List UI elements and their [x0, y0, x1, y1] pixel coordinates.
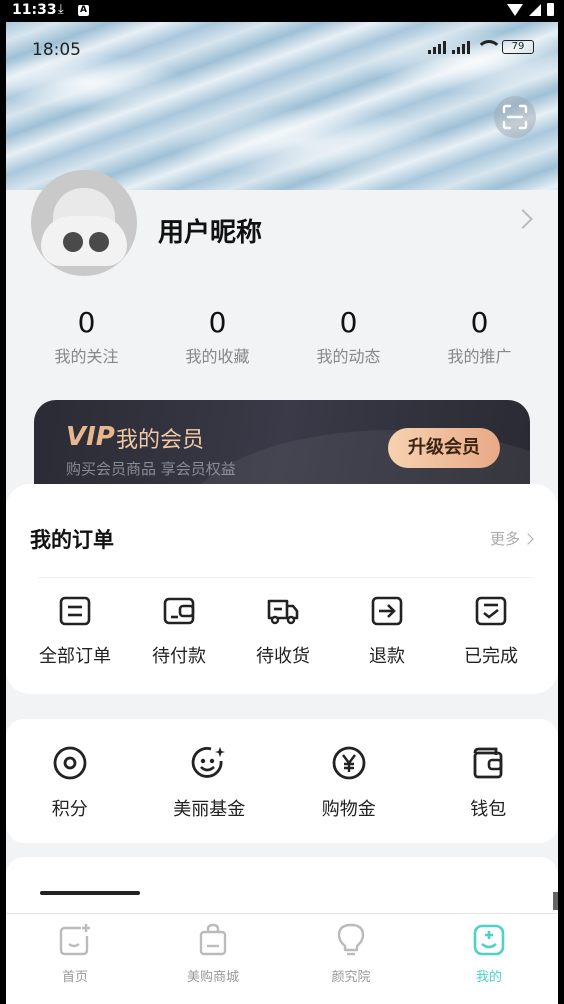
order-label: 待付款: [152, 646, 206, 667]
asset-label: 钱包: [470, 799, 507, 820]
asset-label: 美丽基金: [173, 799, 246, 820]
stat-label: 我的收藏: [185, 347, 250, 366]
assets-card: 积分 美丽基金 购物金 钱包: [6, 719, 558, 843]
orders-card: 我的订单 更多 全部订单 待付款 待收货 退款 已完成: [6, 484, 558, 694]
stat-favorites[interactable]: 0 我的收藏: [152, 306, 283, 367]
order-completed[interactable]: 已完成: [439, 596, 543, 668]
bottom-tab-bar: 首页 美购商城 颜究院 我的: [6, 913, 558, 1004]
all-orders-icon: [59, 596, 91, 626]
more-label: 更多: [489, 530, 520, 548]
completed-icon: [475, 596, 507, 626]
orders-more-link[interactable]: 更多: [489, 528, 534, 549]
stat-value: 0: [470, 306, 489, 339]
vip-logo: VIP: [66, 422, 115, 452]
app-notification-icon: A: [78, 5, 89, 16]
card-title-partial: [40, 891, 140, 895]
stat-following[interactable]: 0 我的关注: [21, 306, 152, 367]
tab-mine[interactable]: 我的: [420, 914, 558, 1004]
inner-status-icons: 79: [428, 40, 534, 54]
stats-row: 0 我的关注 0 我的收藏 0 我的动态 0 我的推广: [6, 306, 558, 367]
scan-button[interactable]: [494, 96, 536, 138]
download-icon: ⤓: [58, 2, 64, 17]
stat-value: 0: [77, 306, 96, 339]
stat-label: 我的推广: [447, 347, 512, 366]
tab-mall[interactable]: 美购商城: [144, 914, 282, 1004]
chevron-right-icon[interactable]: [513, 209, 533, 229]
wallet-entry[interactable]: 钱包: [419, 719, 559, 843]
profile-section: 用户昵称 0 我的关注 0 我的收藏 0 我的动态 0 我的推广 VIP 我的会…: [6, 170, 558, 520]
wifi-icon: [476, 40, 502, 54]
profile-icon: [473, 924, 505, 956]
beauty-fund-entry[interactable]: 美丽基金: [140, 719, 280, 843]
lightbulb-icon: [337, 923, 365, 956]
stat-value: 0: [208, 306, 227, 339]
hd-signal-icon: [428, 40, 446, 54]
asset-label: 积分: [51, 799, 88, 820]
order-label: 全部订单: [39, 646, 111, 667]
home-icon: [59, 924, 90, 956]
scrollbar[interactable]: [553, 892, 558, 910]
stat-promotions[interactable]: 0 我的推广: [414, 306, 545, 367]
shopping-bag-icon: [199, 923, 227, 956]
order-status-row: 全部订单 待付款 待收货 退款 已完成: [6, 596, 558, 668]
order-pending-payment[interactable]: 待付款: [127, 596, 231, 668]
battery-icon: 79: [502, 40, 534, 54]
vip-subtitle: 购买会员商品 享会员权益: [66, 460, 236, 478]
hd-signal-icon-2: [452, 40, 470, 54]
order-label: 已完成: [464, 646, 518, 667]
signal-icon: [529, 3, 541, 16]
tab-institute[interactable]: 颜究院: [282, 914, 420, 1004]
scan-icon: [502, 104, 528, 130]
app-screen: 18:05 79 用户昵称 0 我的关注 0 我的收藏 0 我的动态 0 我的推…: [6, 22, 558, 1004]
battery-icon: [547, 3, 554, 16]
avatar[interactable]: [31, 170, 137, 276]
refund-icon: [371, 596, 403, 626]
tab-label: 颜究院: [331, 970, 371, 985]
system-status-bar: 11:33 ⤓ A: [0, 0, 564, 22]
points-icon: [53, 746, 87, 780]
divider: [38, 577, 534, 578]
wifi-icon: [507, 3, 523, 16]
order-label: 待收货: [256, 646, 310, 667]
vip-title: 我的会员: [116, 428, 205, 453]
beauty-fund-icon: [191, 747, 226, 778]
inner-status-time: 18:05: [32, 40, 81, 60]
upgrade-membership-button[interactable]: 升级会员: [388, 428, 500, 468]
order-label: 退款: [369, 646, 405, 667]
yen-icon: [332, 746, 366, 780]
stat-posts[interactable]: 0 我的动态: [283, 306, 414, 367]
stat-value: 0: [339, 306, 358, 339]
pending-payment-icon: [163, 597, 195, 625]
chevron-right-icon: [522, 532, 534, 545]
tab-label: 美购商城: [186, 970, 239, 985]
tab-label: 我的: [475, 970, 502, 985]
orders-title: 我的订单: [30, 528, 114, 552]
profile-header-background: 18:05 79: [6, 22, 558, 192]
delivery-truck-icon: [267, 599, 299, 625]
order-all[interactable]: 全部订单: [23, 596, 127, 668]
stat-label: 我的关注: [54, 347, 119, 366]
asset-label: 购物金: [321, 799, 376, 820]
tab-label: 首页: [61, 970, 88, 985]
wallet-icon: [473, 747, 503, 779]
user-nickname[interactable]: 用户昵称: [158, 212, 262, 249]
system-time: 11:33: [12, 2, 57, 18]
tab-home[interactable]: 首页: [6, 914, 144, 1004]
stat-label: 我的动态: [316, 347, 381, 366]
order-refund[interactable]: 退款: [335, 596, 439, 668]
order-pending-delivery[interactable]: 待收货: [231, 596, 335, 668]
shopping-credit-entry[interactable]: 购物金: [279, 719, 419, 843]
points-entry[interactable]: 积分: [6, 719, 140, 843]
